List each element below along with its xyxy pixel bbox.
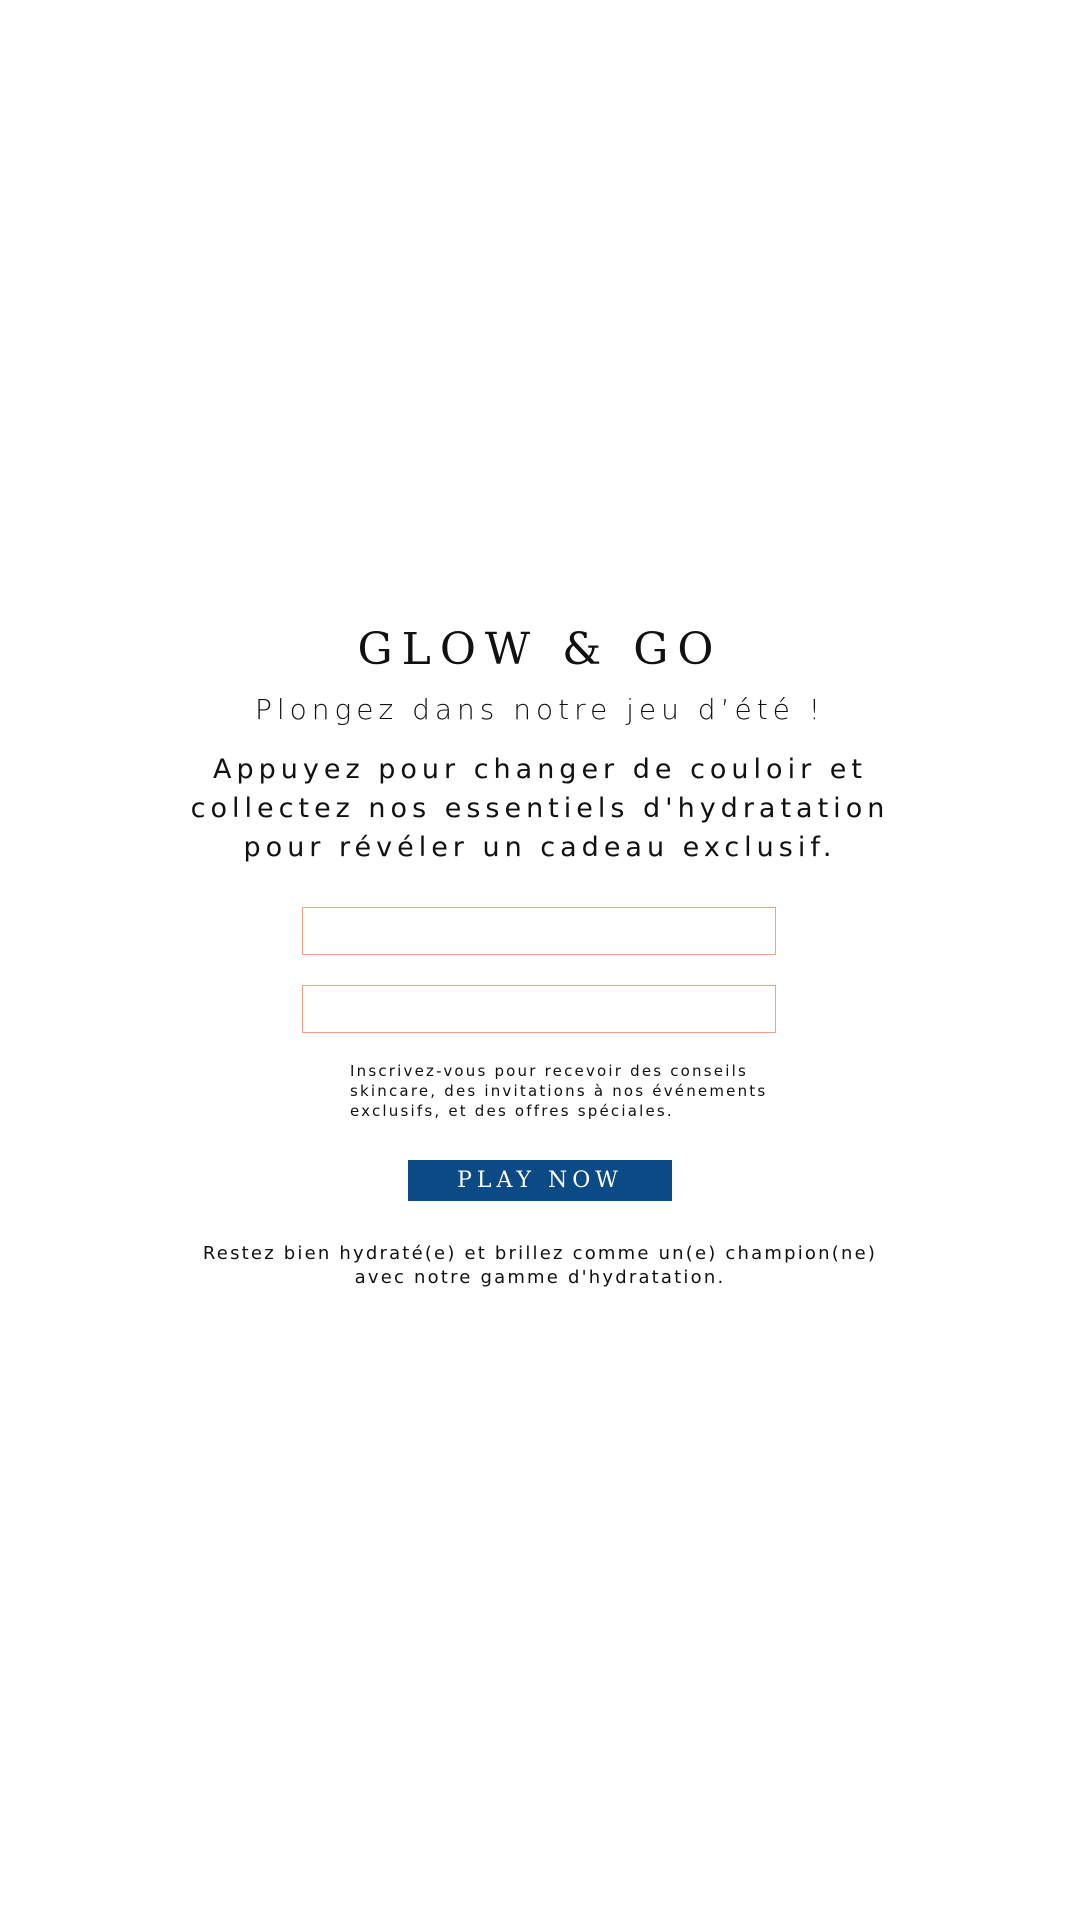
- consent-text: Inscrivez-vous pour recevoir des conseil…: [350, 1062, 768, 1120]
- game-description: Appuyez pour changer de couloir et colle…: [190, 754, 890, 863]
- footer-text: Restez bien hydraté(e) et brillez comme …: [202, 1243, 878, 1288]
- page-subtitle: Plongez dans notre jeu d’été !: [254, 693, 826, 726]
- form-input-2[interactable]: [302, 985, 776, 1033]
- play-now-button[interactable]: PLAY NOW: [408, 1160, 672, 1201]
- page-title: GLOW & GO: [357, 624, 723, 675]
- signup-page: GLOW & GO Plongez dans notre jeu d’été !…: [0, 0, 1080, 1920]
- form-input-1[interactable]: [302, 907, 776, 955]
